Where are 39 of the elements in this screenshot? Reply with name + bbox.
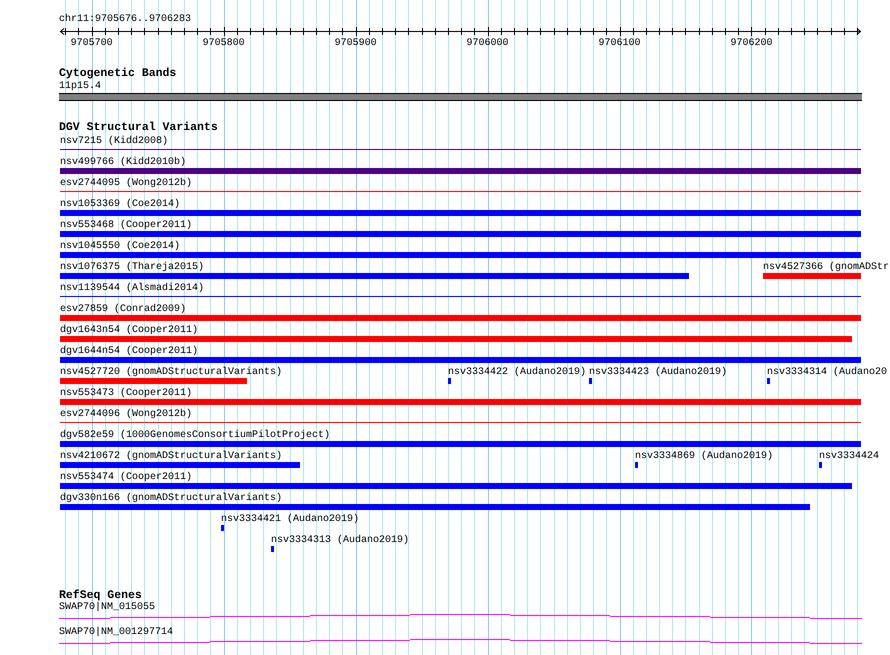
band-label: 11p15.4 [59,81,102,92]
variant-label: nsv3334423 (Audano2019) [589,367,728,378]
gene-label: SWAP70|NM_015055 [59,602,156,613]
tick-label: 9705900 [334,38,377,47]
variant-label: dgv582e59 (1000GenomesConsortiumPilotProject) [60,430,330,441]
track-title: Cytogenetic Bands [59,68,176,80]
variant-label: nsv4210672 (gnomADStructuralVariants) [60,451,282,462]
tick-label: 9705800 [202,38,245,47]
gene-label: SWAP70|NM_001297714 [59,627,174,638]
variant-label: nsv1076375 (Thareja2015) [60,262,204,273]
variant-label: nsv3334421 (Audano2019) [221,514,360,525]
variant-label: dgv1643n54 (Cooper2011) [60,325,198,336]
tick-label: 9706200 [730,38,772,47]
track-title: DGV Structural Variants [59,122,218,134]
region-label: chr11:9705676..9706283 [59,14,192,25]
variant-label: nsv4527366 (gnomADStr [763,262,890,273]
variant-label: nsv553473 (Cooper2011) [60,388,192,399]
variant-label: nsv3334313 (Audano2019) [271,535,410,546]
track-title: RefSeq Genes [59,590,142,602]
variant-label: nsv3334869 (Audano2019) [635,451,774,462]
tick-label: 9705700 [70,38,113,47]
variant-label: nsv3334314 (Audano20 [767,367,888,378]
variant-label: nsv1045550 (Coe2014) [60,241,180,252]
variant-label: esv27859 (Conrad2009) [60,304,186,315]
variant-label: nsv1139544 (Alsmadi2014) [60,283,204,294]
variant-label: nsv3334424 [819,451,880,462]
variant-label: nsv553474 (Cooper2011) [60,472,192,483]
variant-label: dgv1644n54 (Cooper2011) [60,346,198,357]
tick-label: 9706000 [466,38,509,47]
variant-label: nsv1053369 (Coe2014) [60,199,180,210]
variant-label: nsv553468 (Cooper2011) [60,220,192,231]
variant-label: nsv3334422 (Audano2019) [448,367,586,378]
variant-label: esv2744096 (Wong2012b) [60,409,192,420]
variant-label: nsv499766 (Kidd2010b) [60,157,186,168]
variant-label: esv2744095 (Wong2012b) [60,178,192,189]
variant-label: dgv330n166 (gnomADStructuralVariants) [60,493,282,504]
variant-label: nsv7215 (Kidd2008) [60,136,168,147]
tick-label: 9706100 [598,38,641,47]
variant-label: nsv4527720 (gnomADStructuralVariants) [60,367,282,378]
